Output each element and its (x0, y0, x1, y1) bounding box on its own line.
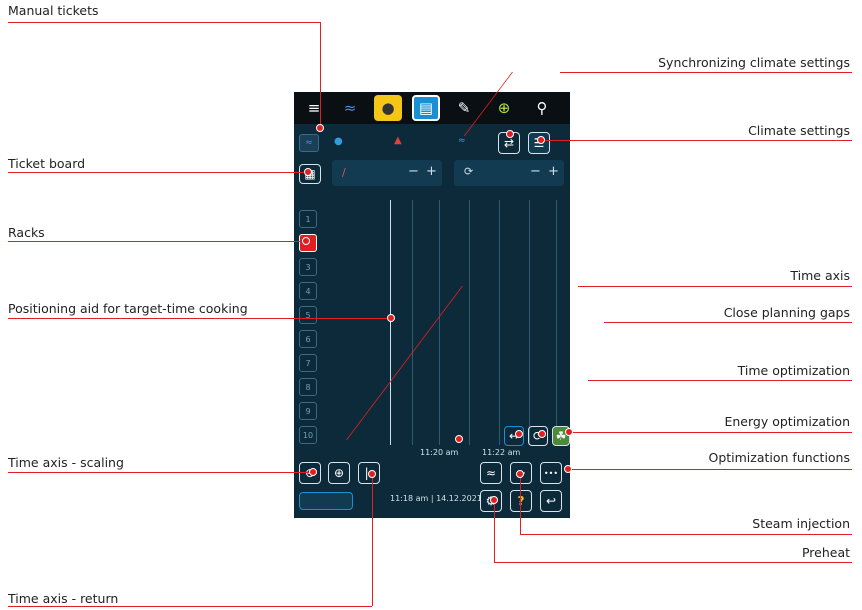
temperature-control[interactable]: ∕ − + (332, 160, 442, 186)
callout-dot (302, 237, 310, 245)
help-button[interactable]: ? (510, 490, 532, 512)
chef-hat-icon[interactable]: ● (374, 95, 402, 121)
callout-dot (537, 136, 545, 144)
callout-dot (368, 470, 376, 478)
rack-8[interactable]: 8 (299, 378, 317, 396)
callout-line (578, 286, 852, 287)
cooking-device-screen: ≡ ≈ ● ▤ ✎ ⊕ ⚲ ≈ ● ▲ ≈ ⇄ ☰ ▦ ∕ − + ⟳ − + … (294, 92, 570, 518)
label-time-optimization: Time optimization (737, 363, 850, 378)
edit-icon[interactable]: ✎ (450, 95, 478, 121)
steam-button-left[interactable]: ≈ (480, 462, 502, 484)
callout-line (8, 606, 372, 607)
label-climate-settings: Climate settings (748, 123, 850, 138)
fan-control[interactable]: ⟳ − + (454, 160, 564, 186)
callout-line (568, 469, 852, 470)
callout-line (8, 472, 314, 473)
callout-dot (316, 124, 324, 132)
label-close-gaps: Close planning gaps (723, 305, 850, 320)
callout-dot (455, 435, 463, 443)
optimization-functions-button[interactable]: ••• (540, 462, 562, 484)
label-time-axis: Time axis (790, 268, 850, 283)
grid-line (469, 200, 470, 445)
time-label: 11:22 am (482, 448, 521, 457)
label-time-axis-return: Time axis - return (8, 591, 119, 606)
label-preheat: Preheat (801, 545, 850, 560)
callout-dot (515, 430, 523, 438)
callout-line (560, 72, 852, 73)
callout-line (588, 380, 852, 381)
callout-dot (565, 428, 573, 436)
callout-line (538, 140, 852, 141)
callout-line (8, 241, 306, 242)
rack-5[interactable]: 5 (299, 306, 317, 324)
planning-status-button[interactable] (299, 492, 353, 510)
label-ticket-board: Ticket board (8, 156, 86, 171)
status-time: 11:18 am | 14.12.2021 (390, 494, 482, 503)
callout-line (372, 474, 373, 606)
target-time-line (390, 200, 391, 445)
humidity-icon: ● (334, 136, 343, 147)
callout-dot (506, 130, 514, 138)
zoom-in-button[interactable]: ⊕ (328, 462, 350, 484)
label-energy-optimization: Energy optimization (724, 414, 850, 429)
callout-line (8, 172, 308, 173)
callout-line (8, 22, 320, 23)
planning-tab-icon[interactable]: ▤ (412, 95, 440, 121)
callout-line (572, 432, 852, 433)
minus-button[interactable]: − (530, 164, 541, 179)
top-nav-bar: ≡ ≈ ● ▤ ✎ ⊕ ⚲ (294, 92, 570, 124)
rack-3[interactable]: 3 (299, 258, 317, 276)
callout-line (8, 318, 392, 319)
label-manual-tickets: Manual tickets (8, 3, 99, 18)
manual-tickets-tab-icon[interactable]: ≈ (336, 95, 364, 121)
grid-line (499, 200, 500, 445)
label-steam-injection: Steam injection (752, 516, 850, 531)
callout-dot (516, 470, 524, 478)
plus-button[interactable]: + (426, 164, 437, 179)
label-positioning-aid: Positioning aid for target-time cooking (8, 301, 248, 316)
manual-tickets-icon[interactable]: ≈ (299, 134, 319, 152)
label-sync-climate: Synchronizing climate settings (658, 55, 850, 70)
probe-icon: ∕ (342, 166, 346, 179)
rack-4[interactable]: 4 (299, 282, 317, 300)
callout-dot (387, 314, 395, 322)
label-racks: Racks (8, 225, 45, 240)
label-time-axis-scaling: Time axis - scaling (8, 455, 124, 470)
back-button[interactable]: ↩ (540, 490, 562, 512)
callout-dot (564, 465, 572, 473)
callout-line (520, 474, 521, 534)
callout-line (520, 534, 852, 535)
add-program-icon[interactable]: ⊕ (490, 95, 518, 121)
label-optimization-functions: Optimization functions (708, 450, 850, 465)
rack-6[interactable]: 6 (299, 330, 317, 348)
rack-7[interactable]: 7 (299, 354, 317, 372)
grid-line (529, 200, 530, 445)
search-icon[interactable]: ⚲ (528, 95, 556, 121)
callout-dot (490, 496, 498, 504)
rack-1[interactable]: 1 (299, 210, 317, 228)
plus-button[interactable]: + (548, 164, 559, 179)
rack-9[interactable]: 9 (299, 402, 317, 420)
callout-dot (304, 168, 312, 176)
minus-button[interactable]: − (408, 164, 419, 179)
callout-dot (538, 430, 546, 438)
callout-dot (309, 468, 317, 476)
callout-line (604, 322, 852, 323)
time-label: 11:20 am (420, 448, 459, 457)
grid-line (412, 200, 413, 445)
temperature-icon: ▲ (394, 135, 402, 146)
callout-line (494, 500, 495, 562)
callout-line (320, 22, 321, 128)
grid-line (439, 200, 440, 445)
fan-icon: ⟳ (464, 165, 474, 178)
menu-icon[interactable]: ≡ (300, 95, 328, 121)
callout-line (494, 562, 852, 563)
grid-line (556, 200, 557, 445)
rack-10[interactable]: 10 (299, 426, 317, 444)
climate-icon: ≈ (458, 136, 466, 146)
